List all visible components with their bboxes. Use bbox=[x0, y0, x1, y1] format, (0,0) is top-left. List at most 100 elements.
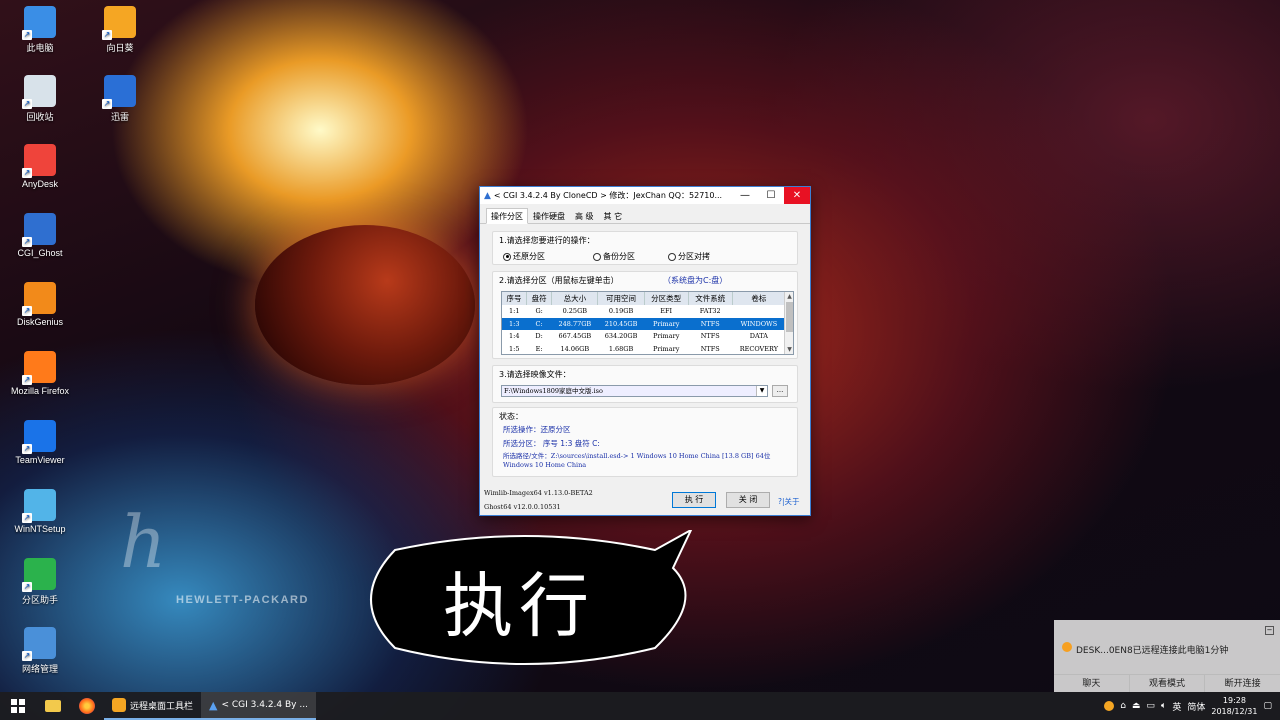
radio-copy-label: 分区对拷 bbox=[678, 252, 710, 261]
image-file-combo[interactable]: F:\Windows1809家庭中文版.iso ▼ bbox=[501, 385, 768, 397]
taskbar-cgi[interactable]: ▲ < CGI 3.4.2.4 By ... bbox=[201, 692, 316, 720]
ime-language[interactable]: 英 bbox=[1172, 700, 1181, 713]
desktop-shortcut-teamviewer[interactable]: TeamViewer bbox=[5, 420, 75, 465]
browse-button[interactable]: ... bbox=[772, 385, 788, 397]
action-center-icon[interactable]: ▢ bbox=[1263, 701, 1272, 711]
window-titlebar[interactable]: ▲ < CGI 3.4.2.4 By CloneCD > 修改：JexChan … bbox=[480, 187, 810, 204]
column-header[interactable]: 文件系统 bbox=[688, 292, 733, 305]
scroll-thumb[interactable] bbox=[786, 302, 793, 332]
radio-copy-dot[interactable] bbox=[668, 252, 676, 261]
radio-restore[interactable]: 还原分区 bbox=[503, 251, 545, 262]
teamviewer-icon bbox=[22, 420, 56, 454]
desktop-shortcut-recycle-bin[interactable]: 回收站 bbox=[5, 75, 75, 123]
clock-time: 19:28 bbox=[1222, 696, 1246, 705]
clock[interactable]: 19:28 2018/12/31 bbox=[1211, 695, 1257, 717]
operation-group: 1.请选择您要进行的操作： 还原分区 备份分区 分区对拷 bbox=[492, 231, 798, 265]
partition-table[interactable]: 序号 盘符 总大小 可用空间 分区类型 文件系统 卷标 1:1 G: 0.25GB 0.19GB E… bbox=[501, 291, 794, 355]
desktop-shortcut-sunflower[interactable]: 向日葵 bbox=[85, 6, 155, 54]
partition-cell: DATA bbox=[749, 332, 768, 341]
chat-button[interactable]: 聊天 bbox=[1054, 675, 1130, 692]
desktop-shortcut-cgi-ghost[interactable]: CGI_Ghost bbox=[5, 213, 75, 258]
column-header[interactable]: 盘符 bbox=[526, 292, 553, 305]
desktop-shortcut-network-manager[interactable]: 网络管理 bbox=[5, 627, 75, 675]
partition-cell: Primary bbox=[652, 332, 680, 341]
sunflower-tray-icon[interactable] bbox=[1104, 701, 1115, 711]
partition-label: 2.请选择分区（用鼠标左键单击） bbox=[499, 276, 619, 285]
desktop-shortcut-label: 回收站 bbox=[26, 112, 54, 122]
desktop-shortcut-label: DiskGenius bbox=[16, 317, 63, 327]
notification-minimize-icon[interactable]: − bbox=[1265, 626, 1274, 635]
partition-cell bbox=[732, 305, 785, 318]
radio-copy[interactable]: 分区对拷 bbox=[668, 251, 710, 262]
desktop-shortcut-diskgenius[interactable]: DiskGenius bbox=[5, 282, 75, 327]
usb-icon[interactable]: ⏏ bbox=[1132, 701, 1141, 711]
taskbar: 远程桌面工具栏 ▲ < CGI 3.4.2.4 By ... ⌂ ⏏ ▭ 🔈︎ … bbox=[0, 692, 1280, 720]
sunflower-icon bbox=[102, 6, 136, 40]
partition-cell: NTFS bbox=[688, 317, 733, 330]
tab-operate-disk[interactable]: 操作硬盘 bbox=[528, 208, 570, 223]
desktop-shortcut-label: 网络管理 bbox=[21, 664, 58, 674]
column-header[interactable]: 序号 bbox=[502, 292, 528, 305]
tab-other[interactable]: 其 它 bbox=[599, 208, 628, 223]
desktop-shortcut-this-pc[interactable]: 此电脑 bbox=[5, 6, 75, 54]
image-file-value: F:\Windows1809家庭中文版.iso bbox=[504, 387, 603, 395]
status-group: 状态： 所选操作：还原分区 所选分区： 序号 1:3 盘符 C: 所选路径/文件… bbox=[492, 407, 798, 477]
people-icon[interactable]: ⌂ bbox=[1120, 701, 1126, 711]
radio-restore-dot[interactable] bbox=[503, 252, 511, 261]
partition-assistant-icon bbox=[22, 558, 56, 592]
taskbar-explorer[interactable] bbox=[36, 692, 70, 720]
taskbar-remote-toolbar-label: 远程桌面工具栏 bbox=[130, 701, 194, 712]
anydesk-icon bbox=[22, 144, 56, 178]
column-header[interactable]: 可用空间 bbox=[597, 292, 645, 305]
close-window-button[interactable]: ✕ bbox=[784, 187, 810, 204]
desktop-shortcut-thunder[interactable]: 迅雷 bbox=[85, 75, 155, 123]
column-header[interactable]: 总大小 bbox=[551, 292, 599, 305]
desktop-shortcut-partition-assistant[interactable]: 分区助手 bbox=[5, 558, 75, 606]
minimize-button[interactable]: — bbox=[732, 187, 758, 204]
image-group: 3.请选择映像文件： F:\Windows1809家庭中文版.iso ▼ ... bbox=[492, 365, 798, 403]
maximize-button[interactable]: ☐ bbox=[758, 187, 784, 204]
tab-bar: 操作分区 操作硬盘 高 级 其 它 bbox=[480, 204, 810, 224]
partition-row[interactable]: 1:1 G: 0.25GB 0.19GB EFI FAT32 bbox=[502, 305, 786, 318]
disconnect-button[interactable]: 断开连接 bbox=[1205, 675, 1280, 692]
partition-row[interactable]: 1:3 C: 248.77GB 210.45GB Primary NTFS WINDOWS bbox=[502, 317, 786, 330]
close-button[interactable]: 关 闭 bbox=[726, 492, 770, 508]
partition-row[interactable]: 1:5 E: 14.06GB 1.68GB Primary NTFS RECOVERY bbox=[502, 343, 786, 355]
ime-mode[interactable]: 简体 bbox=[1187, 700, 1205, 713]
desktop-shortcut-label: CGI_Ghost bbox=[17, 248, 63, 258]
column-header[interactable]: 分区类型 bbox=[644, 292, 689, 305]
radio-backup-dot[interactable] bbox=[593, 252, 601, 261]
tab-advanced[interactable]: 高 级 bbox=[570, 208, 599, 223]
volume-icon[interactable]: 🔈︎ bbox=[1161, 701, 1166, 711]
ghost-version: Ghost64 v12.0.0.10531 bbox=[484, 503, 561, 511]
partition-cell: 1:4 bbox=[509, 332, 520, 341]
remote-notification[interactable]: − DESK...0EN8已远程连接此电脑1分钟 聊天 观看模式 断开连接 bbox=[1054, 620, 1280, 692]
partition-row[interactable]: 1:4 D: 667.45GB 634.20GB Primary NTFS DATA bbox=[502, 330, 786, 343]
tab-operate-partition[interactable]: 操作分区 bbox=[486, 208, 528, 224]
partition-scrollbar[interactable]: ▲ ▼ bbox=[784, 292, 793, 354]
desktop-shortcut-firefox[interactable]: Mozilla Firefox bbox=[5, 351, 75, 396]
chevron-down-icon[interactable]: ▼ bbox=[756, 386, 767, 396]
radio-restore-label: 还原分区 bbox=[513, 252, 545, 261]
scroll-up-icon[interactable]: ▲ bbox=[785, 292, 793, 301]
partition-cell: 210.45GB bbox=[597, 317, 645, 330]
partition-cell: Primary bbox=[652, 344, 680, 353]
taskbar-remote-toolbar[interactable]: 远程桌面工具栏 bbox=[104, 692, 202, 720]
radio-backup[interactable]: 备份分区 bbox=[593, 251, 635, 262]
cgi-window[interactable]: ▲ < CGI 3.4.2.4 By CloneCD > 修改：JexChan … bbox=[479, 186, 811, 516]
scroll-down-icon[interactable]: ▼ bbox=[785, 345, 793, 354]
partition-cell: FAT32 bbox=[699, 307, 721, 316]
desktop-shortcut-winntsetup[interactable]: WinNTSetup bbox=[5, 489, 75, 534]
start-button[interactable] bbox=[0, 692, 36, 720]
status-partition: 所选分区： 序号 1:3 盘符 C: bbox=[503, 439, 600, 448]
desktop-shortcut-anydesk[interactable]: AnyDesk bbox=[5, 144, 75, 189]
column-header[interactable]: 卷标 bbox=[732, 292, 787, 305]
about-link[interactable]: ?|关于 bbox=[778, 496, 800, 507]
network-icon[interactable]: ▭ bbox=[1146, 701, 1155, 711]
desktop-shortcut-label: TeamViewer bbox=[15, 455, 65, 465]
watch-mode-button[interactable]: 观看模式 bbox=[1130, 675, 1206, 692]
execute-button[interactable]: 执 行 bbox=[672, 492, 716, 508]
desktop-shortcut-label: WinNTSetup bbox=[14, 524, 66, 534]
desktop-shortcut-label: AnyDesk bbox=[21, 179, 58, 189]
taskbar-firefox[interactable] bbox=[70, 692, 104, 720]
